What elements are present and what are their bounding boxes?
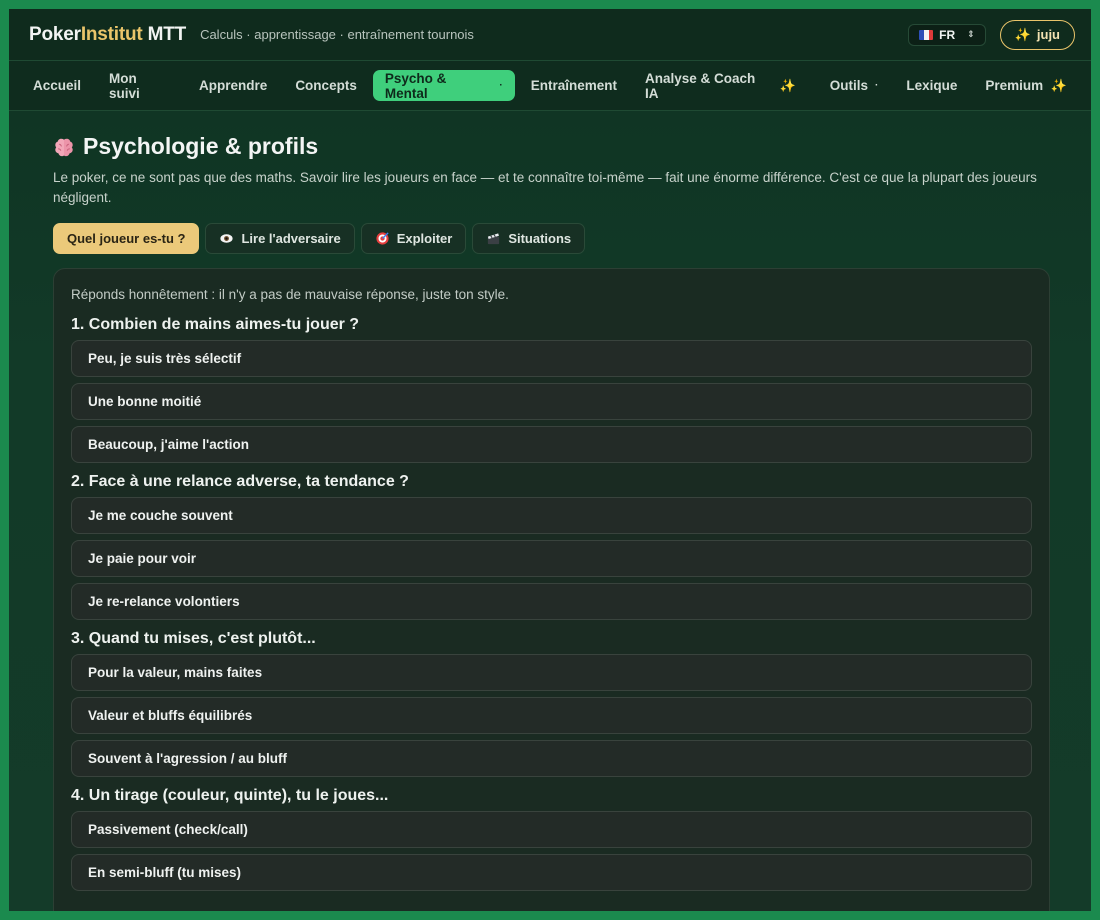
- question-title: 4. Un tirage (couleur, quinte), tu le jo…: [71, 787, 389, 804]
- answer-option[interactable]: Je re-relance volontiers: [71, 583, 1032, 620]
- nav-item-lexique[interactable]: Lexique: [894, 70, 969, 101]
- updown-chevron-icon: ⇕: [967, 29, 975, 39]
- answer-option[interactable]: Je paie pour voir: [71, 540, 1032, 577]
- sparkle-icon: ✨: [1047, 77, 1067, 93]
- nav-label: Entraînement: [530, 78, 618, 93]
- tagline: Calculs · apprentissage · entraînement t…: [200, 27, 474, 42]
- eye-icon: [220, 234, 234, 243]
- main-content: Psychologie & profils Le poker, ce ne so…: [9, 111, 1091, 911]
- nav-label: Mon suivi: [109, 70, 140, 101]
- dropdown-dot-icon: ·: [875, 80, 879, 91]
- quiz-question: 1. Combien de mains aimes-tu jouer ? Peu…: [71, 316, 1032, 463]
- nav-label: Outils: [829, 78, 869, 93]
- brand-accent: Institut: [80, 23, 143, 45]
- page-title-text: Psychologie & profils: [83, 133, 319, 159]
- quiz-hint: Réponds honnêtement : il n'y a pas de ma…: [71, 287, 509, 302]
- nav-item-mon-suivi[interactable]: Mon suivi: [97, 70, 183, 101]
- france-flag-icon: [919, 29, 934, 40]
- answer-option[interactable]: Passivement (check/call): [71, 811, 1032, 848]
- page-intro: Le poker, ce ne sont pas que des maths. …: [53, 170, 1037, 205]
- dropdown-dot-icon: ·: [499, 80, 503, 91]
- quiz-question: 3. Quand tu mises, c'est plutôt... Pour …: [71, 630, 1032, 777]
- nav-label: Apprendre: [199, 78, 268, 93]
- answer-option[interactable]: Beaucoup, j'aime l'action: [71, 426, 1032, 463]
- top-bar: PokerInstitut MTT Calculs · apprentissag…: [9, 9, 1091, 61]
- tab-label: Lire l'adversaire: [241, 231, 341, 246]
- target-icon: [376, 232, 389, 245]
- nav-label: Analyse & Coach IA: [645, 70, 756, 101]
- sparkle-icon: ✨: [775, 77, 796, 93]
- nav-item-entrainement[interactable]: Entraînement: [519, 70, 629, 101]
- brand-main: Poker: [29, 23, 81, 45]
- nav-item-accueil[interactable]: Accueil: [21, 70, 93, 101]
- tab-exploiter[interactable]: Exploiter: [360, 223, 467, 254]
- user-name: juju: [1036, 27, 1060, 42]
- nav-label: Accueil: [33, 78, 82, 93]
- nav-item-psycho-mental[interactable]: Psycho & Mental ·: [372, 70, 515, 101]
- tab-label: Quel joueur es-tu ?: [67, 231, 186, 246]
- answer-option[interactable]: Pour la valeur, mains faites: [71, 654, 1032, 691]
- tab-lire-adversaire[interactable]: Lire l'adversaire: [205, 223, 355, 254]
- answer-option[interactable]: Je me couche souvent: [71, 497, 1032, 534]
- answer-option[interactable]: Valeur et bluffs équilibrés: [71, 697, 1032, 734]
- question-title: 3. Quand tu mises, c'est plutôt...: [71, 630, 316, 647]
- answer-option[interactable]: Peu, je suis très sélectif: [71, 340, 1032, 377]
- clapper-icon: [488, 233, 500, 245]
- question-title: 1. Combien de mains aimes-tu jouer ?: [71, 316, 360, 333]
- brain-icon: [55, 138, 73, 156]
- answer-option[interactable]: Une bonne moitié: [71, 383, 1032, 420]
- app-window: PokerInstitut MTT Calculs · apprentissag…: [9, 9, 1091, 911]
- language-select[interactable]: FR ⇕: [908, 23, 986, 46]
- nav-label: Concepts: [295, 78, 357, 93]
- main-nav: Accueil Mon suivi Apprendre Concepts Psy…: [9, 61, 1091, 111]
- tab-label: Exploiter: [396, 231, 453, 246]
- answer-option[interactable]: En semi-bluff (tu mises): [71, 854, 1032, 891]
- nav-item-apprendre[interactable]: Apprendre: [187, 70, 279, 101]
- nav-label: Premium: [985, 78, 1044, 93]
- nav-item-concepts[interactable]: Concepts: [283, 70, 369, 101]
- tab-situations[interactable]: Situations: [472, 223, 586, 254]
- nav-label: Psycho & Mental: [384, 70, 447, 101]
- sparkle-icon: ✨: [1014, 26, 1031, 42]
- brand-suffix: MTT: [142, 23, 187, 45]
- nav-item-premium[interactable]: Premium ✨: [973, 70, 1079, 101]
- language-label: FR: [939, 27, 956, 42]
- page-title: Psychologie & profils: [53, 133, 1047, 160]
- nav-item-analyse-coach[interactable]: Analyse & Coach IA ✨: [633, 70, 808, 101]
- answer-option[interactable]: Souvent à l'agression / au bluff: [71, 740, 1032, 777]
- quiz-card: Réponds honnêtement : il n'y a pas de ma…: [53, 268, 1050, 911]
- tab-quel-joueur[interactable]: Quel joueur es-tu ?: [53, 223, 200, 254]
- quiz-question: 4. Un tirage (couleur, quinte), tu le jo…: [71, 787, 1032, 891]
- tab-label: Situations: [508, 231, 572, 246]
- question-title: 2. Face à une relance adverse, ta tendan…: [71, 473, 409, 490]
- quiz-question: 2. Face à une relance adverse, ta tendan…: [71, 473, 1032, 620]
- nav-item-outils[interactable]: Outils ·: [818, 70, 891, 101]
- brand-logo[interactable]: PokerInstitut MTT: [29, 24, 186, 46]
- psycho-tabs: Quel joueur es-tu ? Lire l'adversaire Ex…: [53, 223, 1047, 254]
- nav-label: Lexique: [906, 78, 958, 93]
- user-button[interactable]: ✨ juju: [999, 19, 1075, 50]
